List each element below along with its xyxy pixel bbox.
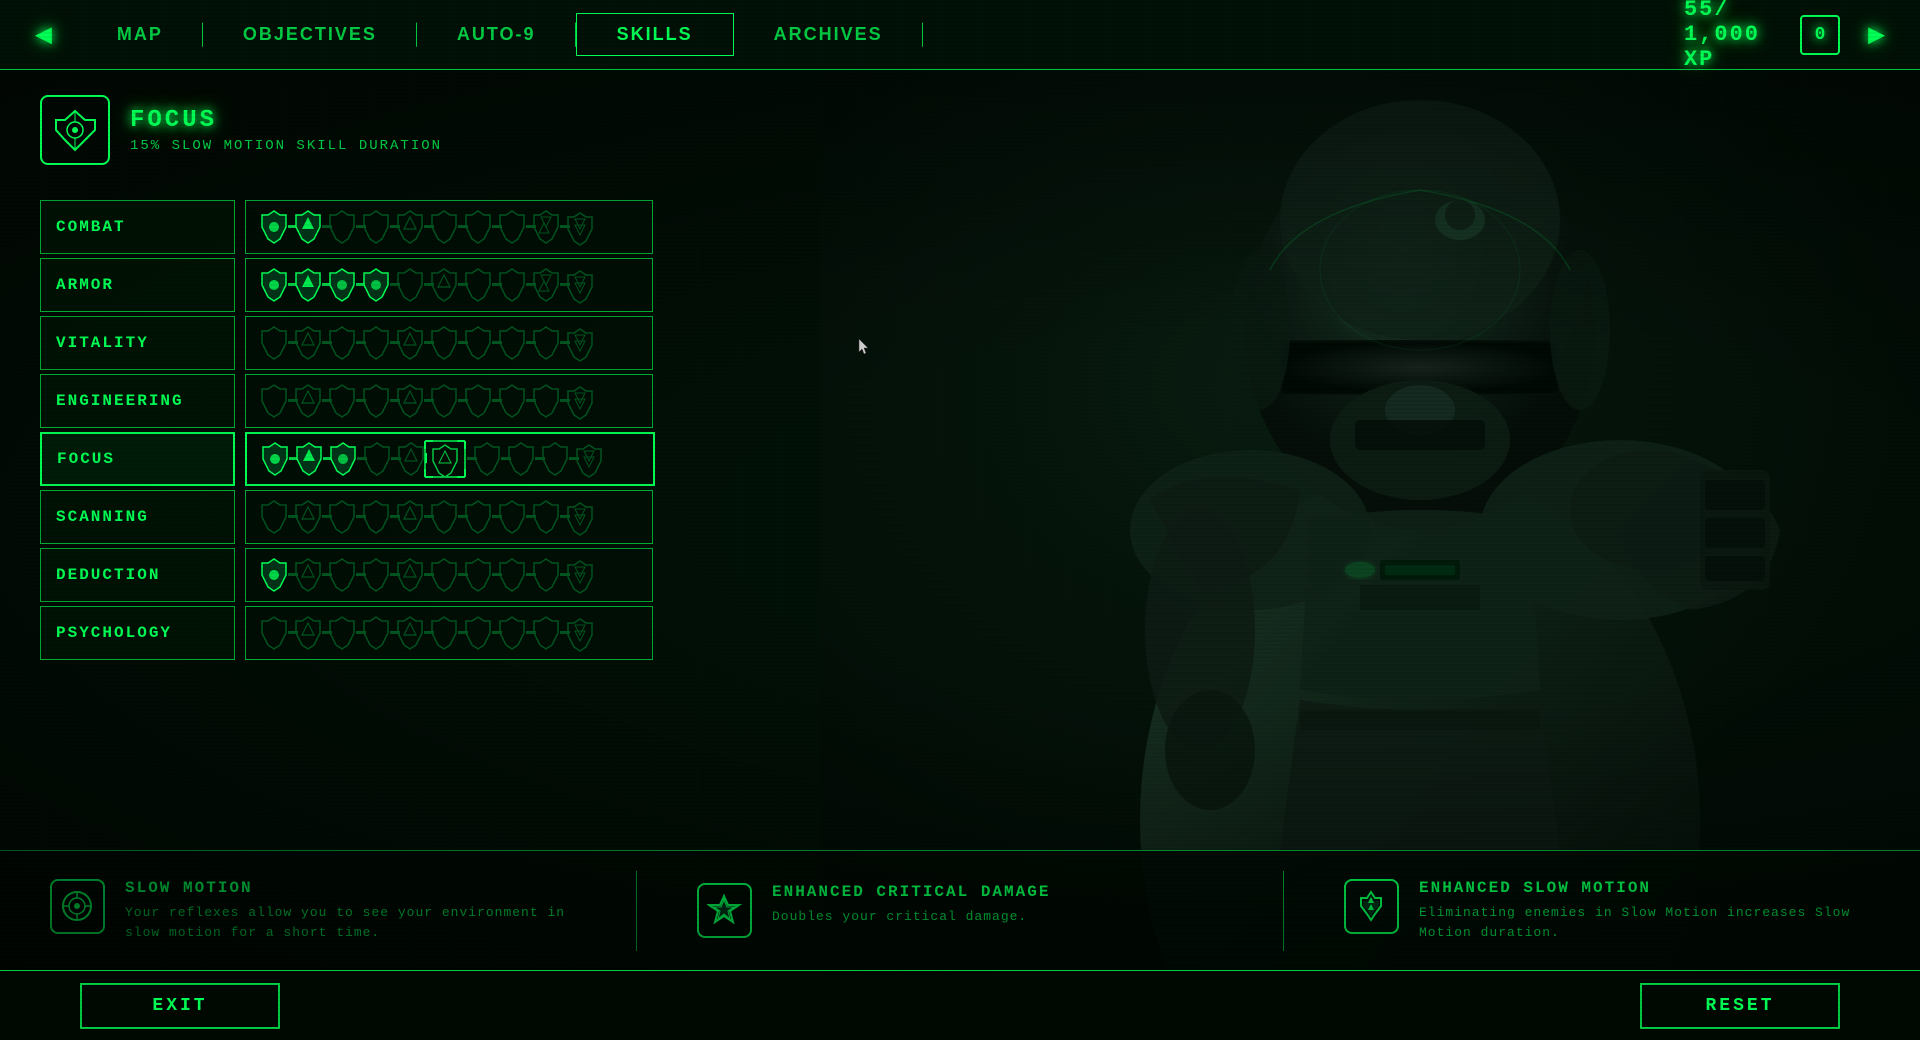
critical-body: Doubles your critical damage. — [772, 907, 1223, 927]
prev-arrow[interactable]: ◀ — [20, 17, 67, 52]
focus-title: FOCUS — [130, 107, 442, 134]
enhanced-slow-body: Eliminating enemies in Slow Motion incre… — [1419, 903, 1870, 942]
skill-row-engineering[interactable]: ENGINEERING — [40, 374, 680, 428]
skill-label-scanning: SCANNING — [40, 490, 235, 544]
skill-nodes-armor — [245, 258, 653, 312]
skill-desc-enhanced-slow: ENHANCED SLOW MOTION Eliminating enemies… — [1344, 879, 1870, 942]
tab-objectives[interactable]: OBJECTIVES — [203, 14, 417, 55]
reset-button[interactable]: RESET — [1640, 983, 1840, 1029]
critical-title: ENHANCED CRITICAL DAMAGE — [772, 883, 1223, 901]
skill-row-deduction[interactable]: DEDUCTION — [40, 548, 680, 602]
desc-divider-2 — [1283, 871, 1284, 951]
focus-info: FOCUS 15% SLOW MOTION SKILL DURATION — [130, 107, 442, 154]
main-content: FOCUS 15% SLOW MOTION SKILL DURATION COM… — [0, 70, 1920, 970]
skill-nodes-vitality — [245, 316, 653, 370]
skill-row-scanning[interactable]: SCANNING — [40, 490, 680, 544]
skill-label-focus: FOCUS — [40, 432, 235, 486]
skill-nodes-scanning — [245, 490, 653, 544]
character-image — [820, 70, 1920, 970]
critical-desc-text: ENHANCED CRITICAL DAMAGE Doubles your cr… — [772, 883, 1223, 927]
enhanced-slow-title: ENHANCED SLOW MOTION — [1419, 879, 1870, 897]
tab-archives[interactable]: ARCHIVES — [734, 14, 923, 55]
enhanced-slow-motion-icon — [1344, 879, 1399, 934]
skill-row-vitality[interactable]: VITALITY — [40, 316, 680, 370]
skill-row-psychology[interactable]: PSYCHOLOGY — [40, 606, 680, 660]
tab-auto9[interactable]: AUTO-9 — [417, 14, 576, 55]
bottom-action-bar: EXIT RESET — [0, 970, 1920, 1040]
top-navigation: ◀ MAP OBJECTIVES AUTO-9 SKILLS ARCHIVES … — [0, 0, 1920, 70]
xp-badge: 0 — [1800, 15, 1840, 55]
left-panel: FOCUS 15% SLOW MOTION SKILL DURATION COM… — [0, 70, 720, 970]
skill-label-vitality: VITALITY — [40, 316, 235, 370]
skill-nodes-deduction — [245, 548, 653, 602]
skill-desc-critical: ENHANCED CRITICAL DAMAGE Doubles your cr… — [697, 883, 1223, 938]
focus-header: FOCUS 15% SLOW MOTION SKILL DURATION — [40, 90, 680, 170]
skill-label-armor: ARMOR — [40, 258, 235, 312]
focus-subtitle: 15% SLOW MOTION SKILL DURATION — [130, 138, 442, 154]
skill-label-psychology: PSYCHOLOGY — [40, 606, 235, 660]
skill-nodes-combat — [245, 200, 653, 254]
skill-label-deduction: DEDUCTION — [40, 548, 235, 602]
enhanced-slow-desc-text: ENHANCED SLOW MOTION Eliminating enemies… — [1419, 879, 1870, 942]
skill-nodes-psychology — [245, 606, 653, 660]
skill-label-engineering: ENGINEERING — [40, 374, 235, 428]
skill-row-armor[interactable]: ARMOR — [40, 258, 680, 312]
tab-map[interactable]: MAP — [77, 14, 203, 55]
tab-skills[interactable]: SKILLS — [576, 13, 734, 56]
nav-tabs: MAP OBJECTIVES AUTO-9 SKILLS ARCHIVES — [67, 13, 1853, 56]
skill-label-combat: COMBAT — [40, 200, 235, 254]
xp-display: 55/ 1,000 XP — [1684, 0, 1760, 72]
skill-row-focus[interactable]: FOCUS — [40, 432, 680, 486]
skill-nodes-focus — [245, 432, 655, 486]
next-arrow[interactable]: ▶ — [1853, 17, 1900, 52]
skill-row-combat[interactable]: COMBAT — [40, 200, 680, 254]
skills-list: COMBAT — [40, 200, 680, 660]
exit-button[interactable]: EXIT — [80, 983, 280, 1029]
focus-skill-icon — [40, 95, 110, 165]
skill-nodes-engineering — [245, 374, 653, 428]
character-area — [720, 70, 1920, 970]
